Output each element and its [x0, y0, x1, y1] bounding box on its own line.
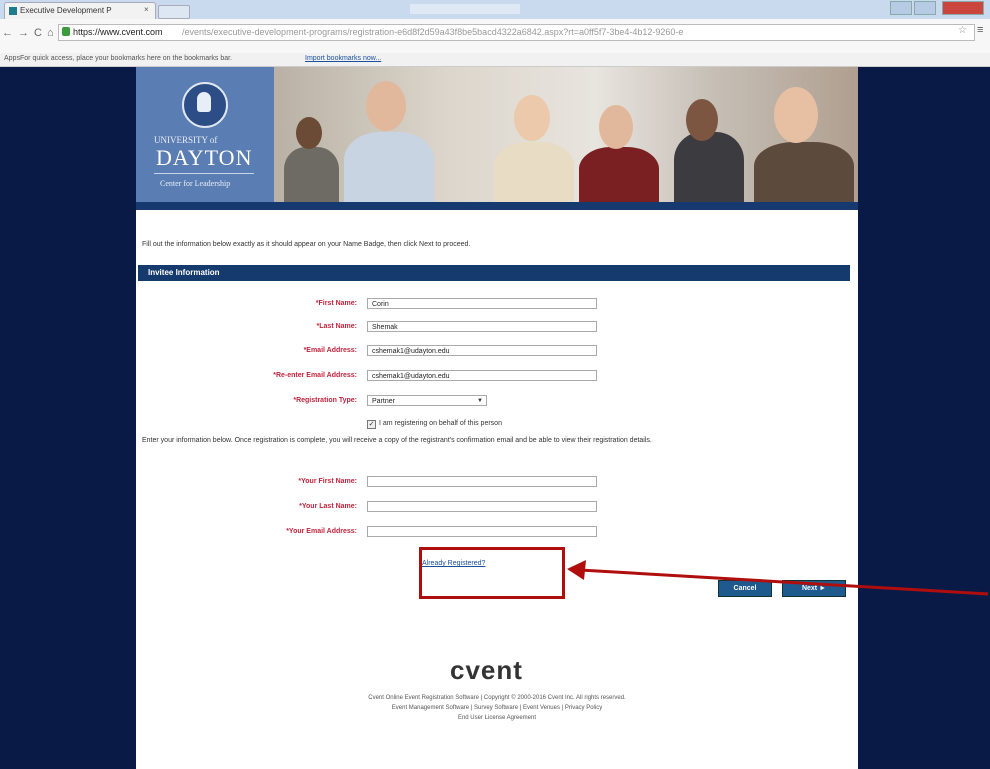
- menu-icon[interactable]: ≡: [977, 24, 983, 36]
- first-name-input[interactable]: Corin: [367, 298, 597, 309]
- nav-buttons[interactable]: ←→C⌂: [2, 27, 59, 39]
- tab-bar: Executive Development P ×: [0, 0, 990, 20]
- registration-type-select[interactable]: Partner ▼: [367, 395, 487, 406]
- url-path: /events/executive-development-programs/r…: [182, 27, 684, 37]
- import-bookmarks-link[interactable]: Import bookmarks now...: [305, 55, 381, 62]
- your-email-label: *Your Email Address:: [286, 528, 357, 535]
- reenter-email-label: *Re-enter Email Address:: [273, 372, 357, 379]
- lock-icon: [62, 27, 70, 36]
- bookmarks-bar: Apps For quick access, place your bookma…: [0, 53, 990, 67]
- annotation-highlight-box: [419, 547, 565, 599]
- back-icon[interactable]: ←: [2, 27, 18, 39]
- behalf-checkbox[interactable]: ✓: [367, 420, 376, 429]
- tab-close-icon[interactable]: ×: [144, 5, 149, 14]
- your-first-name-input[interactable]: [367, 476, 597, 487]
- photo-head: [296, 117, 322, 149]
- photo-person: [674, 132, 744, 202]
- bookmark-star-icon[interactable]: ☆: [958, 25, 967, 36]
- window-title-area: [410, 4, 520, 14]
- photo-head: [366, 81, 406, 131]
- your-first-name-label: *Your First Name:: [298, 478, 357, 485]
- apps-shortcut[interactable]: Apps: [4, 55, 20, 62]
- info-text: Enter your information below. Once regis…: [142, 437, 652, 444]
- first-name-label: *First Name:: [315, 300, 357, 307]
- footer-copyright: Cvent Online Event Registration Software…: [368, 695, 626, 701]
- address-bar[interactable]: https://www.cvent.com /events/executive-…: [58, 24, 975, 41]
- window-controls: [890, 1, 988, 15]
- tab-title: Executive Development P: [20, 6, 112, 15]
- favicon-icon: [9, 7, 17, 15]
- photo-person: [494, 142, 574, 202]
- behalf-label: I am registering on behalf of this perso…: [379, 420, 502, 427]
- bookmarks-hint: For quick access, place your bookmarks h…: [20, 55, 233, 62]
- section-header: Invitee Information: [138, 265, 850, 281]
- home-icon[interactable]: ⌂: [47, 27, 59, 39]
- forward-icon[interactable]: →: [18, 27, 34, 39]
- section-title: Invitee Information: [148, 268, 220, 277]
- logo-divider: [154, 173, 254, 174]
- photo-head: [599, 105, 633, 149]
- browser-tab[interactable]: Executive Development P ×: [4, 2, 156, 20]
- url-host: https://www.cvent.com: [73, 27, 163, 37]
- new-tab-button[interactable]: [158, 5, 190, 19]
- registration-type-label: *Registration Type:: [293, 397, 357, 404]
- cvent-logo: cvent: [450, 655, 523, 685]
- next-button[interactable]: Next ►: [782, 580, 846, 597]
- photo-head: [514, 95, 550, 141]
- footer-license-link[interactable]: End User License Agreement: [136, 715, 858, 721]
- photo-person: [344, 132, 434, 202]
- banner-bar: [136, 202, 858, 210]
- logo-center-text: Center for Leadership: [160, 179, 231, 188]
- last-name-label: *Last Name:: [316, 323, 357, 330]
- minimize-button[interactable]: [890, 1, 912, 15]
- photo-person: [284, 147, 339, 202]
- photo-person: [754, 142, 854, 202]
- last-name-input[interactable]: Shemak: [367, 321, 597, 332]
- photo-head: [686, 99, 718, 141]
- your-last-name-input[interactable]: [367, 501, 597, 512]
- logo-dayton-text: DAYTON: [156, 145, 253, 170]
- reenter-email-input[interactable]: cshemak1@udayton.edu: [367, 370, 597, 381]
- banner-photo: [274, 67, 858, 202]
- maximize-button[interactable]: [914, 1, 936, 15]
- your-last-name-label: *Your Last Name:: [299, 503, 357, 510]
- photo-head: [774, 87, 818, 143]
- cancel-button[interactable]: Cancel: [718, 580, 772, 597]
- email-label: *Email Address:: [303, 347, 357, 354]
- registration-page: UNIVERSITY of DAYTON Center for Leadersh…: [136, 67, 858, 769]
- reload-icon[interactable]: C: [34, 27, 47, 39]
- instruction-text: Fill out the information below exactly a…: [142, 241, 471, 248]
- registration-type-value: Partner: [372, 398, 395, 405]
- footer-links[interactable]: Event Management Software | Survey Softw…: [136, 705, 858, 711]
- close-window-button[interactable]: [942, 1, 984, 15]
- photo-person: [579, 147, 659, 202]
- university-logo: UNIVERSITY of DAYTON Center for Leadersh…: [136, 67, 274, 202]
- logo-university-text: UNIVERSITY of: [154, 135, 218, 145]
- email-input[interactable]: cshemak1@udayton.edu: [367, 345, 597, 356]
- dropdown-arrow-icon: ▼: [477, 398, 483, 404]
- lightbulb-seal: [182, 82, 228, 128]
- your-email-input[interactable]: [367, 526, 597, 537]
- lightbulb-icon: [197, 92, 211, 112]
